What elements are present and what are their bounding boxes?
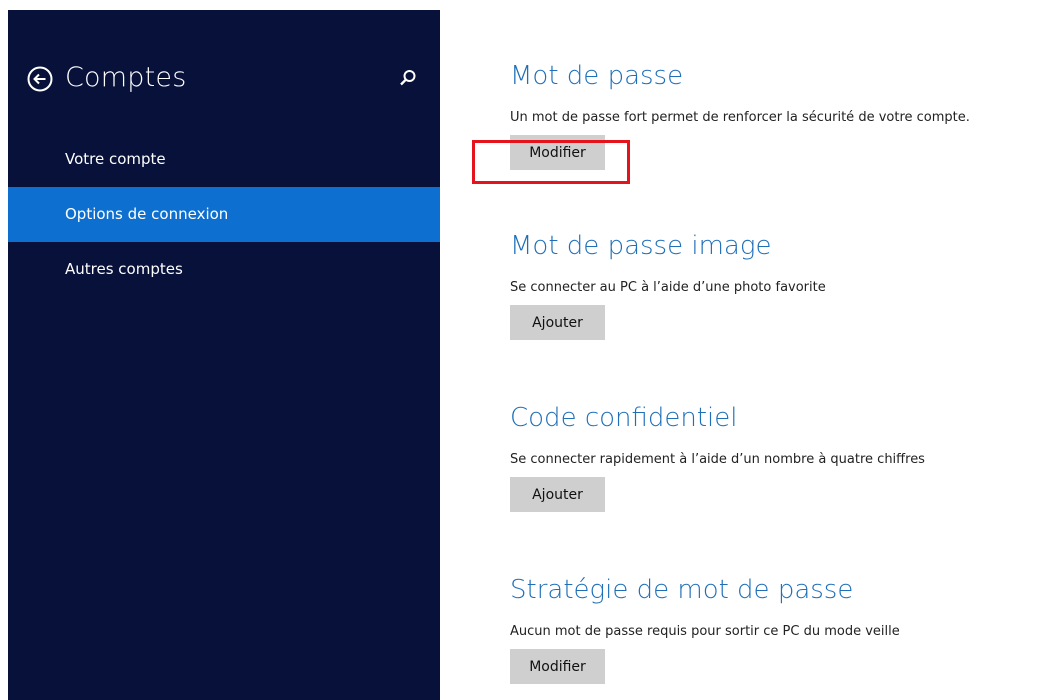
section-mot-de-passe-image: Mot de passe image Se connecter au PC à … [510,230,1040,340]
sidebar: Comptes Votre compte Options de connexio… [8,10,440,700]
search-icon[interactable] [398,68,418,88]
add-picture-password-button[interactable]: Ajouter [510,305,605,340]
sidebar-title: Comptes [65,62,187,93]
sidebar-header: Comptes [8,60,440,110]
section-mot-de-passe: Mot de passe Un mot de passe fort permet… [510,60,1040,170]
section-strategie-mot-de-passe: Stratégie de mot de passe Aucun mot de p… [510,574,1040,684]
sidebar-nav: Votre compte Options de connexion Autres… [8,132,440,297]
section-title: Mot de passe image [510,231,772,261]
section-title: Mot de passe [510,61,684,91]
section-description: Un mot de passe fort permet de renforcer… [510,110,970,125]
sidebar-item-options-de-connexion[interactable]: Options de connexion [8,187,440,242]
sidebar-item-votre-compte[interactable]: Votre compte [8,132,440,187]
section-title: Stratégie de mot de passe [510,575,854,605]
add-pin-button[interactable]: Ajouter [510,477,605,512]
section-title: Code confidentiel [510,403,738,433]
section-description: Se connecter au PC à l’aide d’une photo … [510,280,826,295]
main-content: Mot de passe Un mot de passe fort permet… [510,0,1040,700]
sidebar-item-autres-comptes[interactable]: Autres comptes [8,242,440,297]
modify-password-policy-button[interactable]: Modifier [510,649,605,684]
section-description: Aucun mot de passe requis pour sortir ce… [510,624,900,639]
section-code-confidentiel: Code confidentiel Se connecter rapidemen… [510,402,1040,512]
back-arrow-icon[interactable] [26,65,54,93]
modify-password-button[interactable]: Modifier [510,135,605,170]
section-description: Se connecter rapidement à l’aide d’un no… [510,452,925,467]
